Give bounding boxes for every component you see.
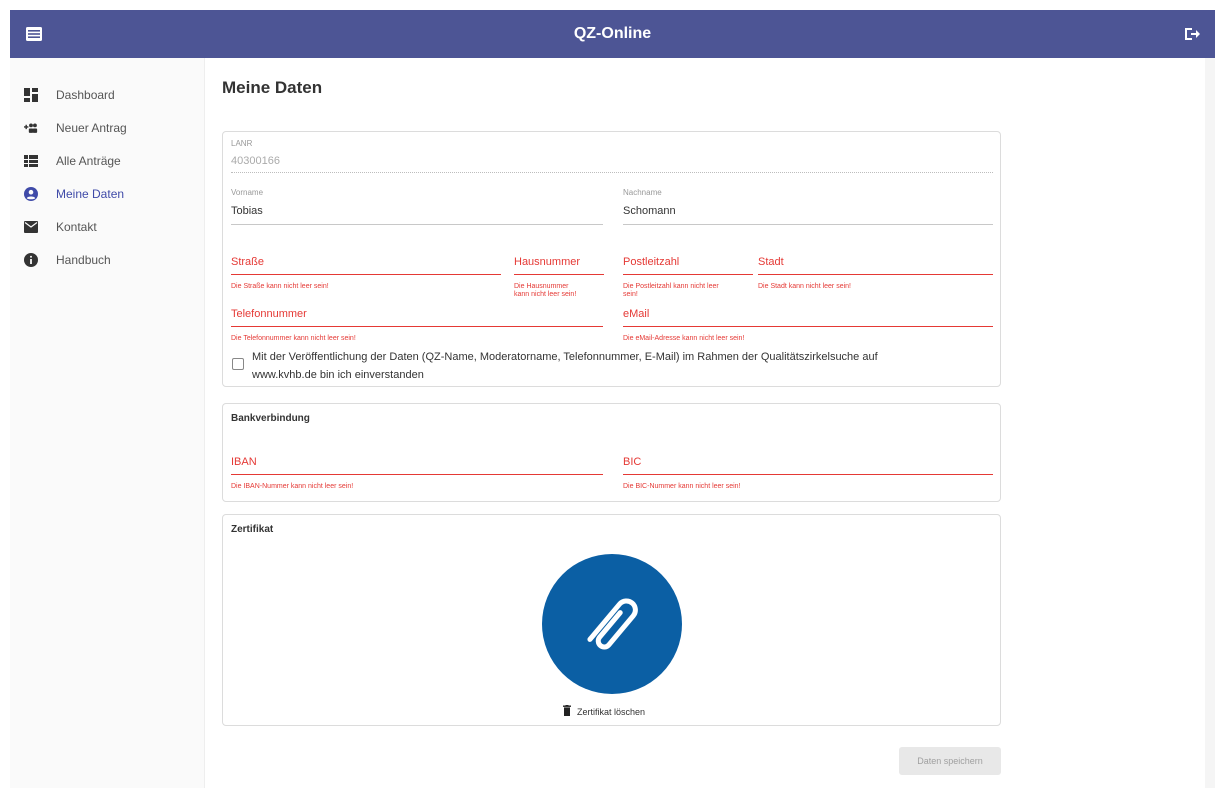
hausnummer-field[interactable]: Hausnummer Die Hausnummer kann nicht lee… [514, 256, 604, 302]
hausnummer-error-line1: Die Hausnummer [514, 283, 569, 290]
bic-label: BIC [623, 456, 642, 468]
dashboard-icon [24, 88, 38, 102]
certificate-card-title: Zertifikat [231, 524, 274, 535]
bank-card-title: Bankverbindung [231, 413, 310, 424]
strasse-field[interactable]: Straße Die Straße kann nicht leer sein! [231, 256, 501, 294]
lanr-label: LANR [231, 139, 253, 148]
nachname-field[interactable]: Nachname Schomann [623, 188, 993, 228]
vorname-field[interactable]: Vorname Tobias [231, 188, 603, 228]
vorname-underline [231, 224, 603, 225]
telefon-error: Die Telefonnummer kann nicht leer sein! [231, 335, 356, 342]
hausnummer-error-line2: kann nicht leer sein! [514, 291, 577, 298]
email-label: eMail [623, 308, 650, 320]
stadt-label: Stadt [758, 256, 784, 268]
hausnummer-underline [514, 274, 604, 275]
vorname-label: Vorname [231, 188, 264, 197]
app-title: QZ-Online [573, 25, 652, 42]
lanr-field: LANR 40300166 [231, 139, 993, 175]
telefon-field[interactable]: Telefonnummer Die Telefonnummer kann nic… [231, 308, 603, 344]
strasse-underline [231, 274, 501, 275]
attachment-icon[interactable] [542, 554, 682, 694]
iban-label: IBAN [231, 456, 257, 468]
main-content: Meine Daten LANR 40300166 Vorname Tobias… [205, 58, 1215, 788]
telefon-label: Telefonnummer [231, 308, 307, 320]
sidebar-item-dashboard[interactable]: Dashboard [10, 80, 205, 110]
stadt-error: Die Stadt kann nicht leer sein! [758, 283, 851, 290]
nachname-value: Schomann [623, 205, 676, 217]
list-icon [24, 154, 38, 168]
iban-field[interactable]: IBAN Die IBAN-Nummer kann nicht leer sei… [231, 456, 603, 494]
mail-icon [24, 220, 38, 234]
lanr-underline [231, 172, 993, 173]
postleitzahl-error-line2: sein! [623, 291, 638, 298]
delete-certificate-button[interactable]: Zertifikat löschen [563, 705, 645, 719]
consent-text-line1: Mit der Veröffentlichung der Daten (QZ-N… [252, 351, 878, 363]
sidebar: Dashboard Neuer Antrag Alle Anträge Mein… [10, 58, 205, 788]
bic-error: Die BIC-Nummer kann nicht leer sein! [623, 483, 741, 490]
strasse-error: Die Straße kann nicht leer sein! [231, 283, 329, 290]
info-icon [24, 253, 38, 267]
iban-underline [231, 474, 603, 475]
menu-toggle-icon[interactable] [24, 24, 44, 44]
page-title: Meine Daten [222, 78, 323, 97]
telefon-underline [231, 326, 603, 327]
trash-icon [563, 703, 571, 721]
sidebar-item-label: Neuer Antrag [56, 121, 127, 135]
save-button[interactable]: Daten speichern [899, 747, 1001, 775]
vorname-value: Tobias [231, 205, 263, 217]
logout-icon[interactable] [1183, 25, 1201, 43]
stadt-underline [758, 274, 993, 275]
account-circle-icon [24, 187, 38, 201]
lanr-value: 40300166 [231, 155, 280, 167]
sidebar-item-label: Alle Anträge [56, 154, 121, 168]
postleitzahl-error-line1: Die Postleitzahl kann nicht leer [623, 283, 719, 290]
delete-certificate-label: Zertifikat löschen [577, 707, 646, 717]
postleitzahl-field[interactable]: Postleitzahl Die Postleitzahl kann nicht… [623, 256, 753, 302]
bic-field[interactable]: BIC Die BIC-Nummer kann nicht leer sein! [623, 456, 993, 494]
hausnummer-label: Hausnummer [514, 256, 581, 268]
bank-card: Bankverbindung IBAN Die IBAN-Nummer kann… [222, 403, 1001, 502]
sidebar-item-handbuch[interactable]: Handbuch [10, 245, 205, 275]
sidebar-item-label: Kontakt [56, 220, 97, 234]
postleitzahl-label: Postleitzahl [623, 256, 680, 268]
email-error: Die eMail-Adresse kann nicht leer sein! [623, 335, 745, 342]
sidebar-item-alle-antraege[interactable]: Alle Anträge [10, 146, 205, 176]
email-underline [623, 326, 993, 327]
iban-error: Die IBAN-Nummer kann nicht leer sein! [231, 483, 354, 490]
sidebar-item-meine-daten[interactable]: Meine Daten [10, 179, 205, 209]
strasse-label: Straße [231, 256, 265, 268]
stadt-field[interactable]: Stadt Die Stadt kann nicht leer sein! [758, 256, 993, 294]
personal-data-card: LANR 40300166 Vorname Tobias Nachname Sc… [222, 131, 1001, 387]
nachname-underline [623, 224, 993, 225]
consent-text-line2: www.kvhb.de bin ich einverstanden [252, 369, 424, 381]
scrollbar[interactable] [1205, 58, 1215, 788]
bic-underline [623, 474, 993, 475]
sidebar-item-neuer-antrag[interactable]: Neuer Antrag [10, 113, 205, 143]
top-app-bar: QZ-Online [10, 10, 1215, 58]
sidebar-item-label: Handbuch [56, 253, 111, 267]
sidebar-item-label: Meine Daten [56, 187, 125, 201]
certificate-card: Zertifikat Zertifikat löschen [222, 514, 1001, 726]
email-field[interactable]: eMail Die eMail-Adresse kann nicht leer … [623, 308, 993, 344]
sidebar-item-label: Dashboard [56, 88, 115, 102]
consent-checkbox[interactable] [232, 358, 244, 370]
group-add-icon [24, 121, 38, 135]
nachname-label: Nachname [623, 188, 662, 197]
postleitzahl-underline [623, 274, 753, 275]
sidebar-item-kontakt[interactable]: Kontakt [10, 212, 205, 242]
